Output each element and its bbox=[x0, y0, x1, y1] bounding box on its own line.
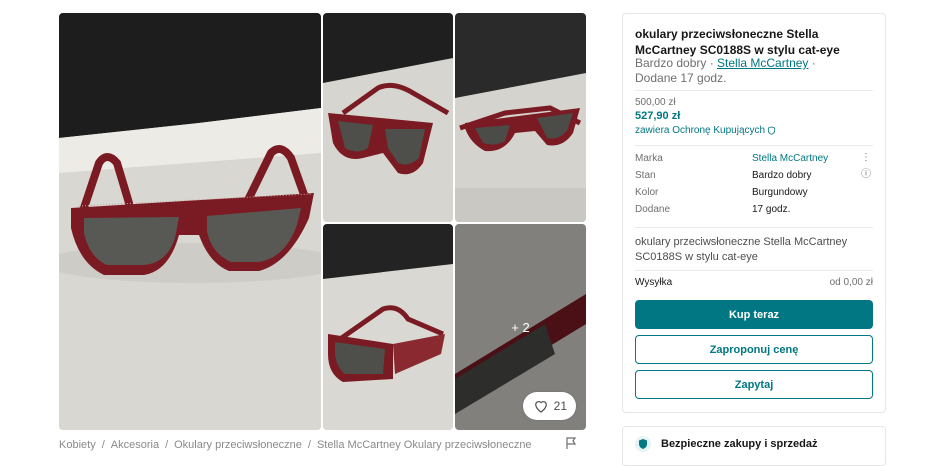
breadcrumb-separator: / bbox=[307, 439, 311, 451]
favourite-button[interactable]: 21 bbox=[522, 392, 576, 420]
sunglasses-image bbox=[323, 224, 453, 430]
item-description: okulary przeciwsłoneczne Stella McCartne… bbox=[635, 236, 848, 263]
shipping-price: od 0,00 zł bbox=[829, 277, 873, 288]
item-details-card: okulary przeciwsłoneczne Stella McCartne… bbox=[622, 13, 886, 413]
item-title: okulary przeciwsłoneczne Stella McCartne… bbox=[635, 27, 840, 57]
thumbnail-photo[interactable] bbox=[323, 224, 453, 430]
breadcrumb-current: Stella McCartney Okulary przeciwsłoneczn… bbox=[316, 439, 532, 451]
breadcrumb-separator: / bbox=[101, 439, 105, 451]
breadcrumb-link[interactable]: Okulary przeciwsłoneczne bbox=[174, 439, 302, 451]
ask-seller-button[interactable]: Zapytaj bbox=[635, 370, 873, 399]
shield-icon bbox=[768, 126, 776, 135]
attribute-value: Burgundowy bbox=[752, 187, 808, 198]
attribute-value: 17 godz. bbox=[752, 204, 791, 215]
meta-separator: · bbox=[808, 56, 816, 70]
shipping-label: Wysyłka bbox=[635, 277, 673, 288]
attribute-row-brand: Marka Stella McCartney ⋮ bbox=[635, 153, 873, 169]
attribute-value: Bardzo dobry bbox=[752, 170, 812, 181]
heart-icon bbox=[534, 401, 547, 413]
sunglasses-image bbox=[323, 13, 453, 222]
photo-gallery: + 2 21 bbox=[59, 13, 586, 430]
breadcrumb-link[interactable]: Kobiety bbox=[59, 439, 96, 451]
divider bbox=[635, 90, 873, 91]
main-photo[interactable] bbox=[59, 13, 321, 430]
safety-info-card: Bezpieczne zakupy i sprzedaż bbox=[622, 426, 886, 466]
attribute-key: Marka bbox=[635, 153, 663, 164]
attribute-key: Stan bbox=[635, 170, 656, 181]
more-photos-tile[interactable]: + 2 21 bbox=[455, 224, 586, 430]
divider bbox=[635, 145, 873, 146]
breadcrumb-link[interactable]: Akcesoria bbox=[111, 439, 159, 451]
thumbnail-photo[interactable] bbox=[323, 13, 453, 222]
attribute-row-color: Kolor Burgundowy bbox=[635, 187, 873, 203]
sunglasses-image bbox=[455, 13, 586, 222]
buyer-protection-label: zawiera Ochronę Kupujących bbox=[635, 125, 766, 136]
shield-icon bbox=[639, 439, 647, 449]
more-options-icon[interactable]: ⋮ bbox=[861, 153, 871, 163]
item-condition: Bardzo dobry · bbox=[635, 56, 718, 70]
attribute-key: Kolor bbox=[635, 187, 659, 198]
breadcrumb: Kobiety / Akcesoria / Okulary przeciwsłonecz… bbox=[59, 439, 532, 451]
brand-link[interactable]: Stella McCartney bbox=[717, 56, 808, 70]
make-offer-button[interactable]: Zaproponuj cenę bbox=[635, 335, 873, 364]
sunglasses-image bbox=[59, 13, 321, 430]
favourite-count: 21 bbox=[553, 399, 567, 413]
buyer-protection-info[interactable]: zawiera Ochronę Kupujących bbox=[635, 125, 776, 136]
more-photos-label: + 2 bbox=[511, 319, 530, 335]
attribute-row-uploaded: Dodane 17 godz. bbox=[635, 204, 873, 220]
info-icon[interactable]: ⓘ bbox=[861, 170, 871, 180]
safety-title: Bezpieczne zakupy i sprzedaż bbox=[661, 438, 818, 450]
divider bbox=[635, 270, 873, 271]
attribute-value-brand-link[interactable]: Stella McCartney bbox=[752, 153, 828, 164]
thumbnail-photo[interactable] bbox=[455, 13, 586, 222]
attribute-key: Dodane bbox=[635, 204, 671, 215]
safety-icon bbox=[635, 436, 651, 452]
breadcrumb-separator: / bbox=[165, 439, 169, 451]
item-uploaded: Dodane 17 godz. bbox=[635, 71, 727, 85]
buy-now-button[interactable]: Kup teraz bbox=[635, 300, 873, 329]
attribute-row-condition: Stan Bardzo dobry ⓘ bbox=[635, 170, 873, 186]
item-meta: Bardzo dobry · Stella McCartney · Dodane… bbox=[635, 56, 875, 86]
item-price: 500,00 zł bbox=[635, 97, 676, 108]
price-with-protection: 527,90 zł bbox=[635, 110, 681, 122]
divider bbox=[635, 227, 873, 228]
